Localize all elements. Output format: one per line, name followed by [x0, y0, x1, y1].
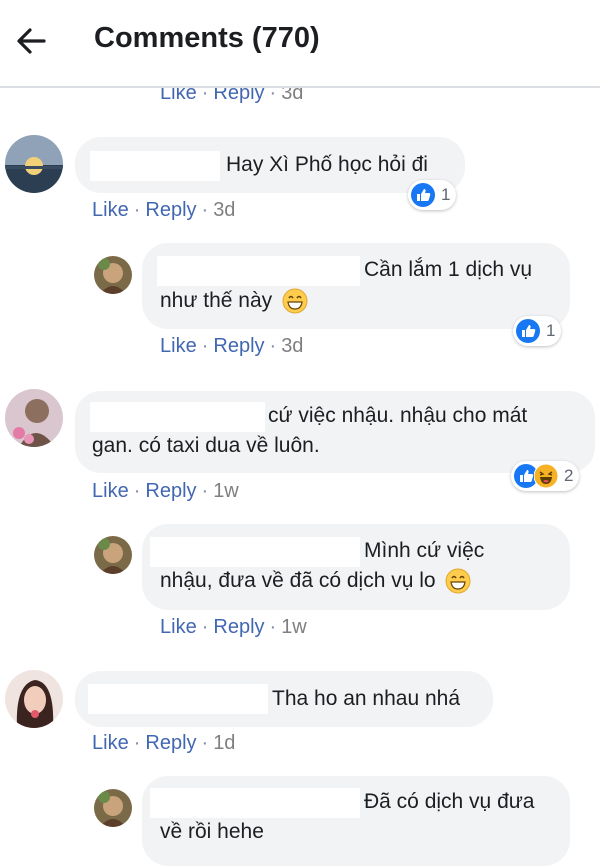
avatar[interactable]: [5, 670, 63, 728]
separator: ·: [133, 199, 141, 221]
reaction-summary[interactable]: 2: [511, 461, 580, 491]
like-link[interactable]: Like: [160, 616, 197, 638]
author-name-redacted: [157, 256, 360, 286]
comment-meta: Like · Reply · 1d: [92, 732, 235, 755]
avatar[interactable]: [5, 389, 63, 447]
comment-time: 1d: [213, 732, 236, 754]
reaction-count: 2: [564, 466, 574, 485]
reaction-summary[interactable]: 1: [513, 316, 562, 346]
like-link[interactable]: Like: [92, 480, 129, 502]
like-link[interactable]: Like: [92, 732, 129, 754]
comment-meta: Like · Reply · 3d: [92, 199, 235, 222]
comment-text-line: gan. có taxi dua về luôn.: [92, 434, 320, 457]
author-name-redacted: [150, 537, 360, 567]
reply-meta: Like · Reply · 1w: [160, 616, 307, 639]
haha-icon: [534, 464, 558, 488]
page-title: Comments (770): [94, 22, 320, 54]
reply-text-line: về rồi hehe: [160, 820, 264, 843]
reply-link[interactable]: Reply: [145, 732, 196, 754]
reaction-count: 1: [441, 185, 451, 204]
reaction-summary[interactable]: 1: [408, 180, 457, 210]
reply-text-line: như thế này: [160, 286, 308, 316]
separator: ·: [201, 480, 209, 502]
separator: ·: [269, 616, 277, 638]
separator: ·: [133, 480, 141, 502]
reply-link[interactable]: Reply: [145, 199, 196, 221]
header-bar: Comments (770): [0, 0, 600, 88]
author-name-redacted: [88, 684, 268, 714]
like-link[interactable]: Like: [160, 335, 197, 357]
grin-emoji-icon: [445, 568, 471, 594]
comment-meta: Like · Reply · 1w: [92, 480, 239, 503]
comment-time: 3d: [281, 335, 304, 357]
back-arrow-icon[interactable]: [14, 26, 48, 56]
reply-text-line: Mình cứ việc: [364, 539, 485, 562]
reply-text: như thế này: [160, 289, 273, 312]
like-link[interactable]: Like: [92, 199, 129, 221]
reply-text: nhậu, đưa về đã có dịch vụ lo: [160, 569, 436, 592]
author-name-redacted: [90, 402, 265, 432]
comment-time: 1w: [213, 480, 239, 502]
like-icon: [516, 319, 540, 343]
avatar[interactable]: [5, 135, 63, 193]
separator: ·: [201, 616, 209, 638]
avatar[interactable]: [94, 536, 132, 574]
reply-link[interactable]: Reply: [213, 616, 264, 638]
reply-text-line: nhậu, đưa về đã có dịch vụ lo: [160, 566, 471, 596]
avatar[interactable]: [94, 789, 132, 827]
comment-time: 3d: [213, 199, 236, 221]
separator: ·: [201, 732, 209, 754]
author-name-redacted: [90, 151, 220, 181]
like-icon: [411, 183, 435, 207]
reply-link[interactable]: Reply: [145, 480, 196, 502]
reply-meta: Like · Reply · 3d: [160, 335, 303, 358]
comment-text: Hay Xì Phố học hỏi đi: [226, 153, 428, 176]
comment-text: Tha ho an nhau nhá: [272, 687, 460, 710]
separator: ·: [201, 335, 209, 357]
grin-emoji-icon: [282, 288, 308, 314]
comment-time: 1w: [281, 616, 307, 638]
reaction-count: 1: [546, 321, 556, 340]
avatar[interactable]: [94, 256, 132, 294]
separator: ·: [133, 732, 141, 754]
reply-link[interactable]: Reply: [213, 335, 264, 357]
comment-text-line: cứ việc nhậu. nhậu cho mát: [268, 404, 528, 427]
separator: ·: [201, 199, 209, 221]
reply-text-line: Cần lắm 1 dịch vụ: [364, 258, 533, 281]
reply-text-line: Đã có dịch vụ đưa: [364, 790, 535, 813]
author-name-redacted: [150, 788, 360, 818]
separator: ·: [269, 335, 277, 357]
